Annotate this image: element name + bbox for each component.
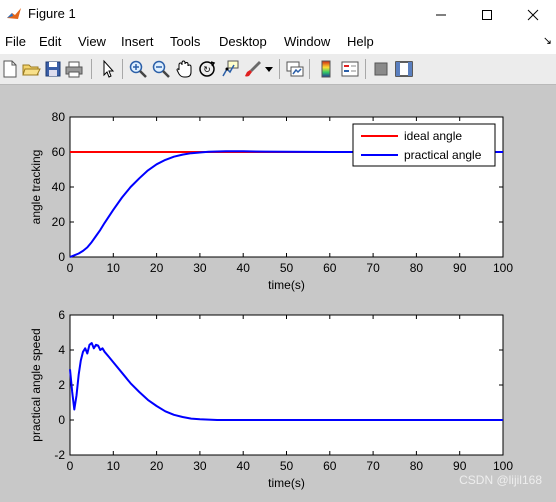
y-tick-label: 40	[52, 180, 66, 194]
zoom-in-icon[interactable]	[128, 59, 148, 79]
x-tick-label: 90	[453, 459, 467, 473]
menu-desktop[interactable]: Desktop	[219, 34, 267, 49]
dock-arrow-icon[interactable]: ↘	[543, 34, 552, 47]
y-axis-label: angle tracking	[29, 150, 43, 225]
x-tick-label: 70	[366, 261, 380, 275]
y-tick-label: 0	[58, 250, 65, 264]
hide-plot-tools-icon[interactable]	[371, 59, 391, 79]
menu-view[interactable]: View	[78, 34, 106, 49]
x-tick-label: 0	[67, 459, 74, 473]
close-icon	[527, 9, 539, 21]
x-axis-label: time(s)	[268, 476, 305, 490]
menu-bar: File Edit View Insert Tools Desktop Wind…	[0, 30, 556, 54]
figure-toolbar: ↻	[0, 54, 556, 85]
maximize-button[interactable]	[464, 0, 510, 30]
new-figure-icon[interactable]	[0, 59, 20, 79]
x-tick-label: 50	[280, 459, 294, 473]
svg-text:↻: ↻	[203, 65, 211, 75]
y-tick-label: 0	[58, 413, 65, 427]
axes-background	[69, 314, 504, 456]
legend-icon[interactable]	[340, 59, 360, 79]
y-tick-label: -2	[54, 448, 65, 462]
minimize-button[interactable]	[418, 0, 464, 30]
rotate-3d-icon[interactable]: ↻	[197, 59, 217, 79]
toolbar-separator	[91, 59, 92, 79]
y-tick-label: 80	[52, 110, 66, 124]
x-tick-label: 40	[237, 459, 251, 473]
print-icon[interactable]	[64, 59, 84, 79]
x-tick-label: 40	[237, 261, 251, 275]
axes-1[interactable]: 0 10 20 30 40 50 60 70 80 90 100 0 20 40 60 80 time(s) an…	[29, 110, 513, 292]
legend[interactable]: ideal angle practical angle	[352, 123, 496, 167]
y-axis-label: practical angle speed	[29, 328, 43, 441]
x-tick-label: 80	[410, 261, 424, 275]
y-tick-label: 2	[58, 378, 65, 392]
x-tick-label: 100	[493, 261, 513, 275]
figure-canvas: 0 10 20 30 40 50 60 70 80 90 100 0 20 40 60 80 time(s) an…	[0, 85, 556, 497]
x-tick-label: 0	[67, 261, 74, 275]
colorbar-icon[interactable]	[316, 59, 336, 79]
chevron-down-icon[interactable]	[265, 67, 273, 73]
x-tick-label: 30	[193, 261, 207, 275]
watermark-text: CSDN @lijil168	[459, 473, 542, 487]
y-tick-label: 20	[52, 215, 66, 229]
close-button[interactable]	[510, 0, 556, 30]
x-tick-label: 10	[107, 459, 121, 473]
link-plot-icon[interactable]	[285, 59, 305, 79]
data-cursor-icon[interactable]	[220, 59, 240, 79]
x-tick-label: 100	[493, 459, 513, 473]
menu-window[interactable]: Window	[284, 34, 330, 49]
menu-insert[interactable]: Insert	[121, 34, 154, 49]
toolbar-separator	[279, 59, 280, 79]
pointer-icon[interactable]	[98, 59, 118, 79]
figure-svg: 0 10 20 30 40 50 60 70 80 90 100020406080time(s)an…	[29, 110, 513, 490]
x-tick-label: 50	[280, 261, 294, 275]
window-title: Figure 1	[28, 6, 76, 21]
menu-edit[interactable]: Edit	[39, 34, 61, 49]
y-tick-label: 60	[52, 145, 66, 159]
menu-file[interactable]: File	[5, 34, 26, 49]
menu-tools[interactable]: Tools	[170, 34, 200, 49]
maximize-icon	[482, 10, 492, 20]
y-tick-label: 4	[58, 343, 65, 357]
y-tick-label: 6	[58, 308, 65, 322]
pan-icon[interactable]	[174, 59, 194, 79]
legend-entry-label: practical angle	[404, 148, 482, 162]
x-tick-label: 60	[323, 261, 337, 275]
x-tick-label: 70	[366, 459, 380, 473]
show-plot-tools-icon[interactable]	[394, 59, 414, 79]
window-titlebar: Figure 1	[0, 0, 556, 30]
x-axis-label: time(s)	[268, 278, 305, 292]
toolbar-separator	[122, 59, 123, 79]
minimize-icon	[436, 14, 446, 16]
x-tick-label: 90	[453, 261, 467, 275]
legend-entry-label: ideal angle	[404, 129, 462, 143]
x-tick-label: 60	[323, 459, 337, 473]
toolbar-separator	[365, 59, 366, 79]
menu-help[interactable]: Help	[347, 34, 374, 49]
x-tick-label: 80	[410, 459, 424, 473]
save-icon[interactable]	[43, 59, 63, 79]
x-tick-label: 20	[150, 459, 164, 473]
x-tick-label: 20	[150, 261, 164, 275]
matlab-logo-icon	[6, 6, 22, 22]
axes-2[interactable]: 0 10 20 30 40 50 60 70 80 90 100-20246time(s)pract…	[29, 308, 513, 490]
x-tick-label: 10	[107, 261, 121, 275]
open-file-icon[interactable]	[21, 59, 41, 79]
zoom-out-icon[interactable]	[151, 59, 171, 79]
toolbar-separator	[309, 59, 310, 79]
brush-icon[interactable]	[243, 59, 263, 79]
x-tick-label: 30	[193, 459, 207, 473]
